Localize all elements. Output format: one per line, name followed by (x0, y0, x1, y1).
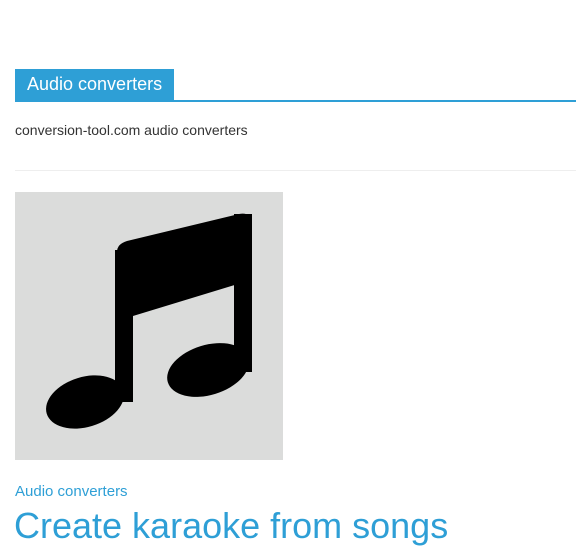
page: Audio converters conversion-tool.com aud… (0, 0, 587, 560)
section-description: conversion-tool.com audio converters (15, 122, 248, 138)
divider (15, 170, 576, 171)
article-thumbnail[interactable] (15, 192, 283, 460)
music-note-icon (46, 213, 252, 429)
article-title[interactable]: Create karaoke from songs (14, 505, 448, 547)
section-header: Audio converters (15, 69, 576, 102)
section-tab[interactable]: Audio converters (15, 69, 175, 100)
article-category-link[interactable]: Audio converters (15, 483, 128, 500)
